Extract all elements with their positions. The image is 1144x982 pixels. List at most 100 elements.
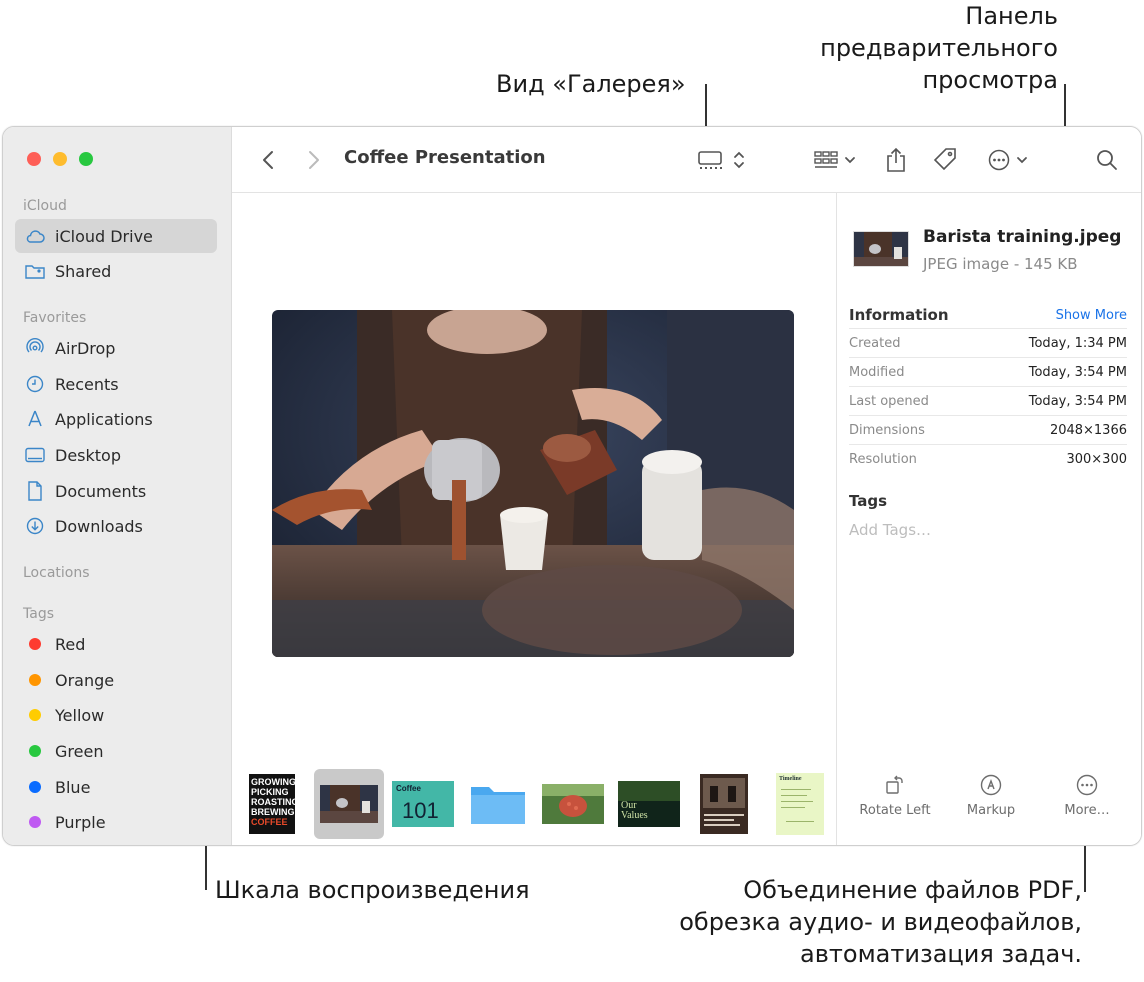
sidebar-item-airdrop[interactable]: AirDrop (15, 331, 217, 365)
tag-blue-dot (29, 781, 41, 793)
thumb-image (320, 785, 378, 823)
tag-red-dot (29, 638, 41, 650)
sidebar-tag-red[interactable]: Red (15, 627, 217, 661)
sidebar-item-label: iCloud Drive (55, 226, 153, 246)
sidebar-item-label: Blue (55, 777, 91, 797)
filmstrip-thumb-folder[interactable] (468, 777, 528, 831)
more-label: More… (1064, 803, 1110, 818)
finder-window: iCloud iCloud Drive Shared Favorites Air… (2, 126, 1142, 846)
airdrop-icon (25, 338, 45, 358)
sidebar-item-documents[interactable]: Documents (15, 474, 217, 508)
tag-button[interactable] (930, 145, 960, 175)
tags-heading: Tags (849, 492, 888, 510)
info-key: Modified (849, 364, 905, 380)
sidebar-item-label: AirDrop (55, 338, 116, 358)
thumb-text: BREWING (251, 807, 295, 817)
info-key: Last opened (849, 393, 929, 409)
filmstrip-thumb[interactable]: Timeline (776, 773, 824, 835)
cloud-icon (25, 226, 45, 246)
filmstrip-thumb[interactable] (700, 774, 748, 834)
ellipsis-circle-icon (988, 149, 1010, 171)
thumb-text: 101 (402, 798, 439, 823)
information-heading: Information (849, 306, 949, 324)
gallery-view-icon (698, 151, 722, 169)
thumb-text: Coffee (396, 784, 421, 793)
callout-more-line-1: Объединение файлов PDF, (743, 876, 1082, 904)
thumb-text: Values (621, 810, 648, 821)
sidebar-item-label: Documents (55, 481, 147, 501)
info-key: Created (849, 335, 901, 351)
sidebar-tag-orange[interactable]: Orange (15, 663, 217, 697)
thumb-text: PICKING (251, 787, 289, 797)
sidebar-item-shared[interactable]: Shared (15, 254, 217, 288)
filmstrip-thumb[interactable]: Coffee 101 (392, 777, 454, 831)
minimize-window-button[interactable] (53, 152, 67, 166)
back-button[interactable] (256, 145, 280, 175)
info-key: Dimensions (849, 422, 925, 438)
folder-icon (471, 787, 525, 824)
more-icon (1037, 773, 1137, 797)
forward-button[interactable] (302, 145, 326, 175)
sidebar-item-desktop[interactable]: Desktop (15, 438, 217, 472)
more-actions-button[interactable]: More… (1037, 773, 1137, 818)
gallery-view: GROWING PICKING ROASTING BREWING COFFEE … (232, 193, 836, 845)
rotate-left-label: Rotate Left (859, 803, 931, 818)
action-menu-button[interactable] (984, 145, 1032, 175)
main-preview-image[interactable] (272, 310, 794, 657)
clock-icon (25, 374, 45, 394)
sidebar-item-label: Green (55, 741, 104, 761)
sidebar-tag-green[interactable]: Green (15, 734, 217, 768)
filmstrip-thumb-selected[interactable] (314, 769, 384, 839)
preview-pane: Barista training.jpeg JPEG image - 145 K… (836, 193, 1141, 845)
thumb-text: Timeline (779, 776, 802, 782)
callout-preview-line-1: Панель (965, 2, 1058, 30)
tag-yellow-dot (29, 709, 41, 721)
markup-label: Markup (966, 803, 1016, 818)
sidebar-item-applications[interactable]: Applications (15, 402, 217, 436)
sidebar-tag-purple[interactable]: Purple (15, 805, 217, 839)
sidebar-tag-blue[interactable]: Blue (15, 770, 217, 804)
thumb-text: COFFEE (251, 817, 288, 827)
add-tags-field[interactable]: Add Tags… (849, 521, 931, 539)
thumb-line (786, 821, 814, 822)
sidebar-section-icloud: iCloud (23, 198, 67, 214)
rotate-left-button[interactable]: Rotate Left (845, 773, 945, 818)
sidebar-item-label: Orange (55, 670, 115, 690)
close-window-button[interactable] (27, 152, 41, 166)
callout-more-actions: Объединение файлов PDF, обрезка аудио- и… (679, 874, 1082, 970)
sidebar-item-label: Desktop (55, 445, 121, 465)
thumb-line (781, 801, 813, 802)
info-value: Today, 3:54 PM (1028, 364, 1127, 380)
filmstrip-thumb[interactable] (542, 777, 604, 831)
filmstrip-thumb[interactable]: GROWING PICKING ROASTING BREWING COFFEE (246, 774, 299, 834)
filmstrip-thumb[interactable]: Our Values (618, 777, 680, 831)
info-row-resolution: Resolution 300×300 (849, 444, 1127, 473)
group-button[interactable] (810, 145, 860, 175)
sidebar-item-downloads[interactable]: Downloads (15, 509, 217, 543)
info-value: 300×300 (1066, 451, 1127, 467)
thumb-image (542, 784, 604, 824)
thumb-text: GROWING (251, 777, 296, 787)
file-thumbnail (853, 231, 909, 267)
info-row-modified: Modified Today, 3:54 PM (849, 357, 1127, 386)
shared-folder-icon (25, 261, 45, 281)
share-button[interactable] (882, 145, 910, 175)
file-kind: JPEG image - 145 KB (923, 255, 1078, 273)
zoom-window-button[interactable] (79, 152, 93, 166)
sidebar-item-label: Downloads (55, 516, 143, 536)
sidebar-item-recents[interactable]: Recents (15, 367, 217, 401)
markup-button[interactable]: Markup (941, 773, 1041, 818)
sidebar-item-label: Red (55, 634, 86, 654)
sidebar-item-icloud-drive[interactable]: iCloud Drive (15, 219, 217, 253)
sidebar-tag-yellow[interactable]: Yellow (15, 698, 217, 732)
chevron-updown-icon (734, 151, 744, 169)
tag-icon (933, 148, 956, 171)
show-more-link[interactable]: Show More (1056, 308, 1127, 323)
view-mode-button[interactable] (694, 145, 750, 175)
chevron-down-icon (1017, 157, 1027, 164)
filmstrip-scrubber[interactable]: GROWING PICKING ROASTING BREWING COFFEE … (232, 765, 836, 845)
callout-scrubber: Шкала воспроизведения (215, 876, 530, 904)
search-button[interactable] (1094, 145, 1120, 175)
tag-green-dot (29, 745, 41, 757)
sidebar-item-label: Yellow (55, 705, 105, 725)
